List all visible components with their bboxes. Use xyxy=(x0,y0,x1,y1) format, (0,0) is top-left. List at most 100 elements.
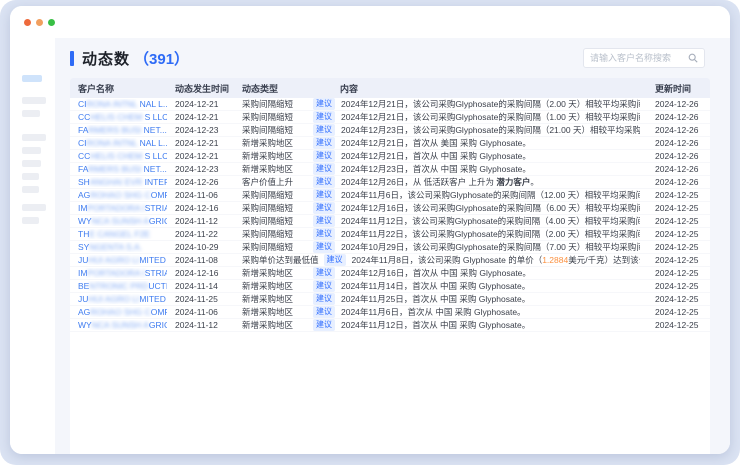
sidebar-nav-item-4[interactable] xyxy=(22,134,46,141)
customer-name-link[interactable]: FARMERS BUSI NET... xyxy=(70,164,167,174)
suggestion-badge[interactable]: 建议 xyxy=(313,280,335,292)
suggestion-badge[interactable]: 建议 xyxy=(313,124,335,136)
dynamic-type: 采购间隔缩短 xyxy=(234,124,308,136)
sidebar-nav-item-9[interactable] xyxy=(22,204,46,211)
text-segment: 2024年11月25日，首次从 中国 采购 Glyphosate。 xyxy=(341,294,530,304)
customer-name-link[interactable]: WYNCA SUNSH AGRIC ... xyxy=(70,216,167,226)
customer-name-redacted: PORTADORA I xyxy=(87,203,144,213)
update-time: 2024-12-26 xyxy=(646,151,710,161)
customer-name-prefix: BE xyxy=(78,281,89,291)
customer-name-link[interactable]: WYNCA SUNSH AGRIC ... xyxy=(70,320,167,330)
sidebar-nav-item-8[interactable] xyxy=(22,186,39,193)
customer-name-prefix: SY xyxy=(78,242,89,252)
sidebar-nav-item-2[interactable] xyxy=(22,97,46,104)
sidebar-nav-item-1[interactable] xyxy=(22,75,42,82)
table-header-row: 客户名称 动态发生时间 动态类型 内容 更新时间 xyxy=(70,78,710,98)
column-header-occur-time: 动态发生时间 xyxy=(167,82,234,95)
customer-name-link[interactable]: IMPORTADORA ISTRIA... xyxy=(70,268,167,278)
customer-name-link[interactable]: IMPORTADORA ISTRIA... xyxy=(70,203,167,213)
customer-name-suffix: INTER... xyxy=(145,177,167,187)
customer-name-link[interactable]: CIRONA INTNL NAL L... xyxy=(70,99,167,109)
customer-name-link[interactable]: BENTRONIC PRDUCTIO... xyxy=(70,281,167,291)
customer-name-suffix: GRIC ... xyxy=(149,216,167,226)
suggestion-badge[interactable]: 建议 xyxy=(313,215,335,227)
customer-search-box[interactable] xyxy=(583,48,705,68)
window-minimize-button[interactable] xyxy=(36,19,43,26)
customer-name-link[interactable]: CIRONA INTNL NAL L... xyxy=(70,138,167,148)
content-cell: 建议2024年12月26日，从 低活跃客户 上升为 潜力客户。 xyxy=(308,176,646,188)
customer-name-link[interactable]: JUHUI AGRO LIMITED xyxy=(70,294,167,304)
suggestion-badge[interactable]: 建议 xyxy=(324,254,346,266)
content-text: 2024年11月6日，该公司采购Glyphosate的采购间隔（12.00 天）… xyxy=(341,189,640,201)
sidebar-nav-item-7[interactable] xyxy=(22,173,39,180)
dynamic-occur-time: 2024-11-06 xyxy=(167,307,234,317)
bold-value: 潜力客户 xyxy=(496,177,530,187)
app-window: 动态数 （391） 客户名称 动态发生时间 xyxy=(10,6,730,454)
customer-name-link[interactable]: FARMERS BUSI NET... xyxy=(70,125,167,135)
suggestion-badge[interactable]: 建议 xyxy=(313,176,335,188)
customer-name-prefix: WY xyxy=(78,320,92,330)
suggestion-badge[interactable]: 建议 xyxy=(313,137,335,149)
suggestion-badge[interactable]: 建议 xyxy=(313,306,335,318)
update-time: 2024-12-25 xyxy=(646,268,710,278)
customer-name-link[interactable]: JUHUI AGRO LIMITED xyxy=(70,255,167,265)
window-close-button[interactable] xyxy=(24,19,31,26)
table-row: FARMERS BUSI NET...2024-12-23采购间隔缩短建议202… xyxy=(70,124,710,137)
customer-name-suffix: OMPA... xyxy=(151,307,167,317)
customer-name-suffix: UCTIO... xyxy=(148,281,167,291)
customer-name-prefix: FA xyxy=(78,164,88,174)
customer-name-redacted: NCA SUNSH A xyxy=(92,320,149,330)
suggestion-badge[interactable]: 建议 xyxy=(313,293,335,305)
window-body: 动态数 （391） 客户名称 动态发生时间 xyxy=(10,38,730,454)
customer-search-input[interactable] xyxy=(590,53,684,63)
window-zoom-button[interactable] xyxy=(48,19,55,26)
table-row: BENTRONIC PRDUCTIO...2024-11-14新增采购地区建议2… xyxy=(70,280,710,293)
suggestion-badge[interactable]: 建议 xyxy=(313,163,335,175)
sidebar-nav-item-6[interactable] xyxy=(22,160,41,167)
content-text: 2024年11月25日，首次从 中国 采购 Glyphosate。 xyxy=(341,293,530,305)
suggestion-badge[interactable]: 建议 xyxy=(313,150,335,162)
suggestion-badge[interactable]: 建议 xyxy=(313,319,335,331)
customer-name-suffix: NET... xyxy=(144,125,167,135)
content-cell: 建议 2024年12月21日，该公司采购Glyphosate的采购间隔（2.00 … xyxy=(308,98,646,110)
update-time: 2024-12-26 xyxy=(646,164,710,174)
content-cell: 建议2024年12月21日，首次从 美国 采购 Glyphosate。 xyxy=(308,137,646,149)
content-text: 2024年12月21日，该公司采购Glyphosate的采购间隔（2.00 天）… xyxy=(341,98,640,110)
column-header-customer-name: 客户名称 xyxy=(70,82,167,95)
text-segment: 2024年11月6日，首次从 中国 采购 Glyphosate。 xyxy=(341,307,526,317)
highlight-value: 1.2884 xyxy=(542,255,568,265)
search-icon[interactable] xyxy=(688,53,698,63)
customer-name-link[interactable]: CCHELIS CHEM S LLC xyxy=(70,151,167,161)
dynamics-table: 客户名称 动态发生时间 动态类型 内容 更新时间 CIRONA INTNL NA… xyxy=(70,78,710,454)
customer-name-link[interactable]: THE CANGEL F2E xyxy=(70,229,167,239)
customer-name-redacted: RMERS BUSI xyxy=(88,164,143,174)
table-row: JUHUI AGRO LIMITED2024-11-25新增采购地区建议2024… xyxy=(70,293,710,306)
suggestion-badge[interactable]: 建议 xyxy=(313,111,335,123)
dynamic-type: 新增采购地区 xyxy=(234,306,308,318)
customer-name-link[interactable]: SHANGHAI EVR INTER... xyxy=(70,177,167,187)
sidebar-nav-item-10[interactable] xyxy=(22,217,39,224)
content-cell: 建议2024年12月21日，首次从 中国 采购 Glyphosate。 xyxy=(308,150,646,162)
customer-name-link[interactable]: SYNGENTA S.A. xyxy=(70,242,167,252)
dynamic-occur-time: 2024-11-14 xyxy=(167,281,234,291)
dynamic-type: 采购间隔缩短 xyxy=(234,241,308,253)
suggestion-badge[interactable]: 建议 xyxy=(313,228,335,240)
suggestion-badge[interactable]: 建议 xyxy=(313,98,335,110)
dynamic-occur-time: 2024-10-29 xyxy=(167,242,234,252)
customer-name-suffix: GRIC ... xyxy=(149,320,167,330)
update-time: 2024-12-26 xyxy=(646,125,710,135)
suggestion-badge[interactable]: 建议 xyxy=(313,267,335,279)
update-time: 2024-12-25 xyxy=(646,255,710,265)
suggestion-badge[interactable]: 建议 xyxy=(313,189,335,201)
customer-name-link[interactable]: AGROHAO SHG COMPA... xyxy=(70,190,167,200)
customer-name-link[interactable]: AGROHAO SHG COMPA... xyxy=(70,307,167,317)
dynamic-type: 新增采购地区 xyxy=(234,267,308,279)
suggestion-badge[interactable]: 建议 xyxy=(313,202,335,214)
customer-name-link[interactable]: CCHELIS CHEM S LLC xyxy=(70,112,167,122)
sidebar-nav-item-3[interactable] xyxy=(22,110,40,117)
table-row: CCHELIS CHEM S LLC2024-12-21采购间隔缩短建议2024… xyxy=(70,111,710,124)
sidebar-nav-item-5[interactable] xyxy=(22,147,41,154)
suggestion-badge[interactable]: 建议 xyxy=(313,241,335,253)
dynamic-occur-time: 2024-11-12 xyxy=(167,320,234,330)
title-accent-bar xyxy=(70,51,74,66)
